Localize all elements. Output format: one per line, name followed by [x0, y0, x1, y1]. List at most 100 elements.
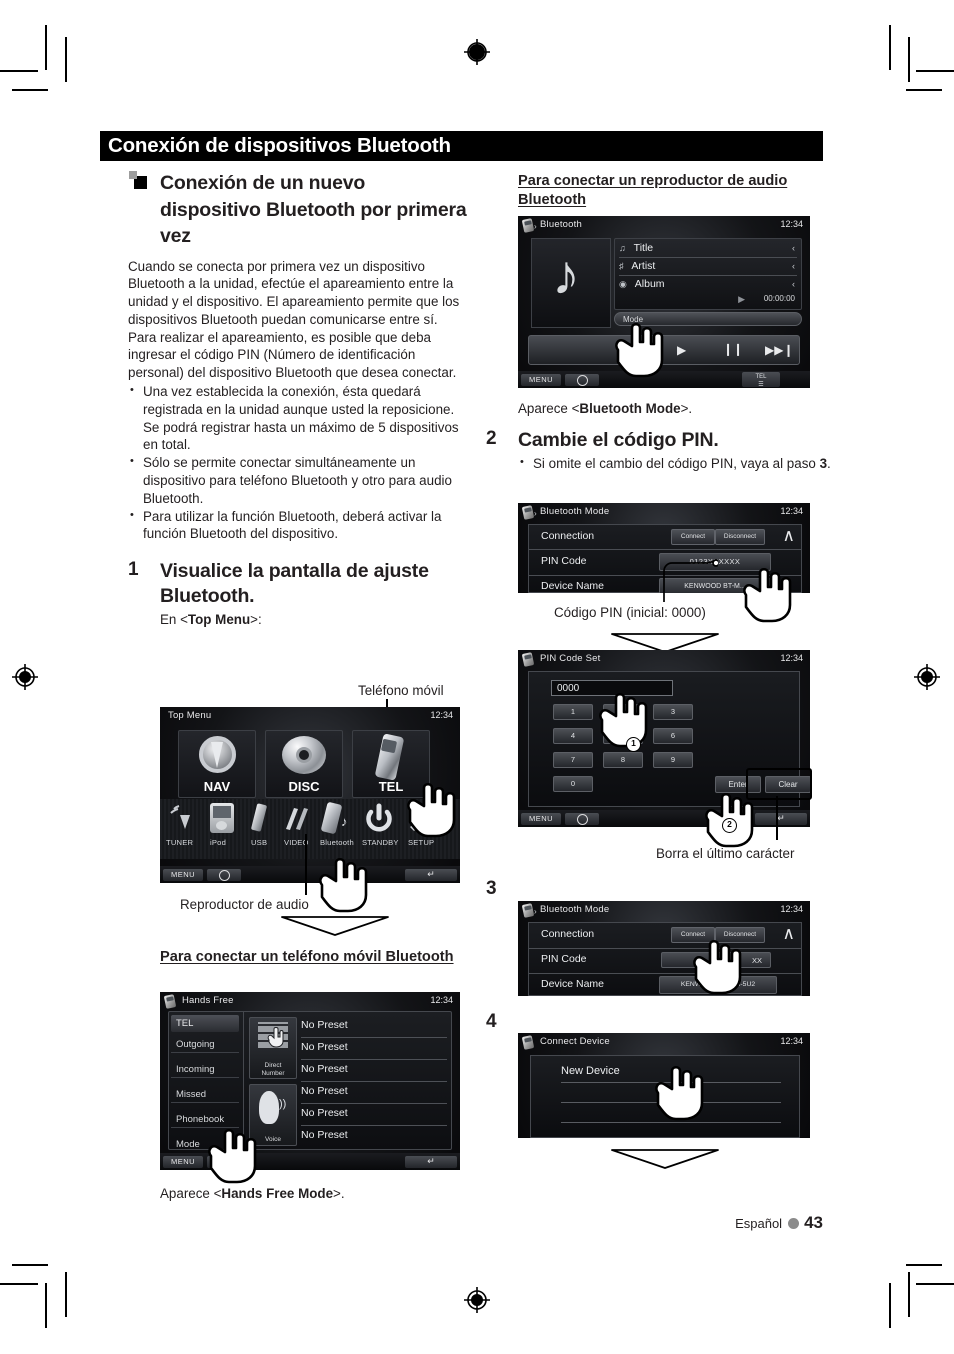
shortcut-bluetooth[interactable]: ♪: [320, 801, 354, 835]
preset-row[interactable]: No Preset: [301, 1125, 447, 1147]
crop-mark: [0, 1283, 38, 1285]
scroll-up-icon[interactable]: ∧: [783, 527, 795, 544]
crop-mark: [45, 1283, 47, 1328]
device-row-empty[interactable]: [561, 1122, 781, 1136]
key-1[interactable]: 1: [553, 704, 593, 720]
note-icon: ♫: [619, 243, 626, 253]
key-3[interactable]: 3: [653, 704, 693, 720]
screen-clock: 12:34: [780, 653, 803, 663]
caption-suffix: >.: [680, 401, 693, 416]
screenshot-pin-code-set: PIN Code Set 12:34 0000 1 2 3 4 5 6 7 8 …: [518, 650, 810, 827]
step-sub-suffix: >:: [250, 612, 262, 628]
key-0[interactable]: 0: [553, 776, 593, 792]
list-item: Sólo se permite conectar simultáneamente…: [128, 453, 468, 507]
row-pin-code: PIN Code XX: [529, 948, 801, 974]
disconnect-button[interactable]: Disconnect: [715, 529, 765, 545]
preset-row[interactable]: No Preset: [301, 1103, 447, 1126]
caption-suffix: >.: [333, 1186, 345, 1201]
elapsed-time: 00:00:00: [763, 294, 795, 303]
angle-button[interactable]: [565, 812, 599, 825]
screen-clock: 12:34: [430, 995, 453, 1005]
registration-mark-right: [912, 662, 942, 692]
callout-pin-code: Código PIN (inicial: 0000): [554, 605, 706, 620]
row-device-name: Device Name KENWOOD BT MM-5U2: [529, 973, 801, 996]
angle-button[interactable]: [207, 868, 241, 881]
return-button[interactable]: ↵: [405, 868, 457, 881]
pause-button[interactable]: ❙❙: [723, 342, 743, 356]
preset-row[interactable]: No Preset: [301, 1015, 447, 1038]
hand-cursor-bluetooth: [316, 855, 368, 913]
key-7[interactable]: 7: [553, 752, 593, 768]
crop-mark: [12, 1264, 48, 1266]
ipod-wheel-icon: [216, 821, 227, 830]
crop-mark: [65, 37, 67, 82]
shortcut-video[interactable]: [282, 805, 312, 833]
album-icon: ◉: [619, 279, 627, 289]
menu-button[interactable]: MENU: [163, 868, 203, 881]
next-button[interactable]: ▶▶❙: [765, 343, 794, 357]
tel-status-badge: TEL ☰: [742, 372, 780, 388]
track-row-album[interactable]: ◉ Album ‹: [619, 276, 797, 293]
shortcut-usb[interactable]: [248, 803, 272, 834]
chevron-left-icon[interactable]: ‹: [792, 276, 795, 292]
crop-mark: [889, 25, 891, 70]
list-item: Si omite el cambio del código PIN, vaya …: [518, 454, 863, 473]
return-button[interactable]: ↵: [405, 1155, 457, 1168]
track-label: Title: [633, 242, 654, 254]
side-item-incoming[interactable]: Incoming: [171, 1061, 239, 1078]
enter-button-label: Enter: [728, 780, 748, 789]
tile-disc[interactable]: DISC: [265, 730, 343, 798]
return-button[interactable]: ↵: [755, 812, 807, 825]
leader-line-clear: [776, 796, 778, 840]
key-6[interactable]: 6: [653, 728, 693, 744]
crop-mark: [908, 37, 910, 82]
pad-direct-number[interactable]: Direct Number: [249, 1017, 297, 1079]
preset-label: No Preset: [301, 1107, 348, 1119]
screen-clock: 12:34: [780, 904, 803, 914]
usb-stick-icon: [250, 803, 268, 832]
side-item-label: TEL: [176, 1018, 194, 1029]
highlight-box-clear: [746, 768, 812, 800]
key-8[interactable]: 8: [603, 752, 643, 768]
chevron-left-icon[interactable]: ‹: [792, 258, 795, 274]
scroll-up-icon[interactable]: ∧: [783, 925, 795, 942]
chevron-left-icon[interactable]: ‹: [792, 240, 795, 256]
disconnect-button-label: Disconnect: [723, 533, 757, 540]
key-4[interactable]: 4: [553, 728, 593, 744]
tile-nav[interactable]: NAV: [178, 730, 256, 798]
key-label: 0: [570, 779, 576, 788]
key-label: 4: [570, 731, 576, 740]
side-item-missed[interactable]: Missed: [171, 1086, 239, 1103]
preset-row[interactable]: No Preset: [301, 1037, 447, 1060]
step-number: 2: [486, 428, 497, 449]
screen-title: Bluetooth: [540, 219, 582, 230]
shortcut-standby[interactable]: [364, 803, 394, 833]
step-text: Cambie el código PIN.: [518, 429, 719, 451]
step2-notes: Si omite el cambio del código PIN, vaya …: [518, 454, 863, 473]
preset-row[interactable]: No Preset: [301, 1059, 447, 1082]
menu-button[interactable]: MENU: [163, 1155, 203, 1168]
menu-button[interactable]: MENU: [521, 812, 561, 825]
shortcut-tuner[interactable]: [166, 803, 204, 833]
ipod-screen-icon: [213, 806, 231, 818]
screen-clock: 12:34: [780, 506, 803, 516]
preset-row[interactable]: No Preset: [301, 1081, 447, 1104]
leader-line-audio: [305, 834, 307, 895]
subheading-connect-phone: Para conectar un teléfono móvil Bluetoot…: [160, 949, 454, 965]
play-button[interactable]: ▶: [677, 343, 686, 357]
note-pre: Si omite el cambio del código PIN, vaya …: [533, 456, 820, 471]
track-row-title[interactable]: ♫ Title ‹: [619, 240, 797, 258]
flow-arrow-down: [280, 915, 390, 937]
step-text: Visualice la pantalla de ajuste Bluetoot…: [160, 560, 429, 608]
angle-button[interactable]: [565, 373, 599, 386]
connect-button[interactable]: Connect: [671, 529, 715, 545]
hand-cursor-key-2: [596, 690, 648, 748]
screenshot-bluetooth-audio: › Bluetooth 12:34 ♪ ♫ Title ‹ ♯ Artist ‹…: [518, 216, 810, 388]
menu-button[interactable]: MENU: [521, 373, 561, 386]
footer-language: Español: [735, 1216, 783, 1231]
side-item-tel[interactable]: TEL: [171, 1015, 239, 1032]
key-9[interactable]: 9: [653, 752, 693, 768]
track-row-artist[interactable]: ♯ Artist ‹: [619, 258, 797, 276]
shortcut-ipod[interactable]: [210, 803, 234, 833]
side-item-outgoing[interactable]: Outgoing: [171, 1036, 239, 1053]
